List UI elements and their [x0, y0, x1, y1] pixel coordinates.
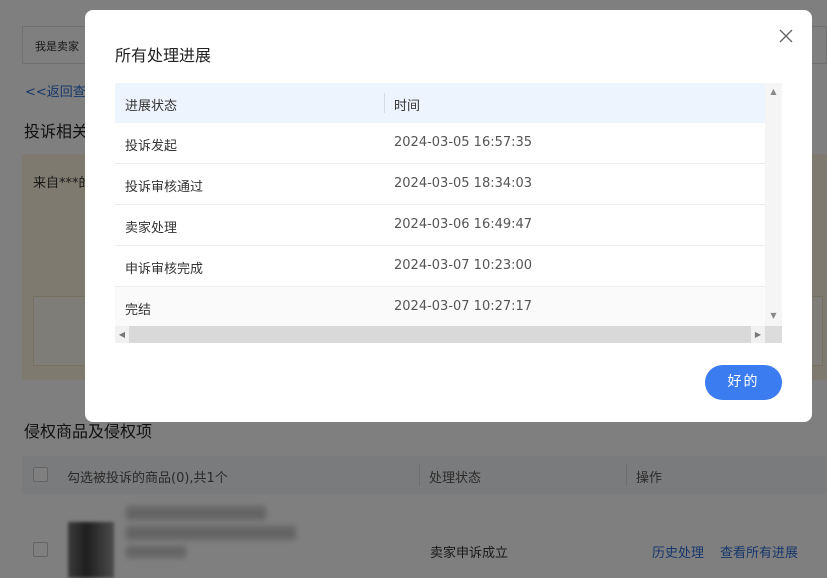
close-icon [779, 28, 793, 47]
row-time: 2024-03-07 10:27:17 [394, 299, 533, 314]
row-time: 2024-03-06 16:49:47 [394, 217, 533, 232]
ok-button[interactable]: 好的 [705, 365, 782, 400]
row-status: 投诉审核通过 [125, 180, 204, 195]
scroll-left-icon[interactable]: ◀ [115, 326, 129, 343]
scroll-down-icon[interactable]: ▼ [765, 309, 782, 323]
progress-modal: 所有处理进展 进展状态 时间 投诉发起 2024-03-05 16:57:35 … [85, 10, 812, 422]
row-status: 卖家处理 [125, 221, 178, 236]
row-status: 完结 [125, 303, 152, 318]
progress-table: 进展状态 时间 投诉发起 2024-03-05 16:57:35 投诉审核通过 … [115, 83, 782, 343]
scrollbar-thumb[interactable] [129, 326, 751, 343]
table-row: 投诉发起 2024-03-05 16:57:35 [115, 123, 765, 164]
table-row: 卖家处理 2024-03-06 16:49:47 [115, 205, 765, 246]
row-time: 2024-03-05 16:57:35 [394, 135, 533, 150]
row-status: 投诉发起 [125, 139, 178, 154]
progress-table-header: 进展状态 时间 [115, 83, 765, 123]
table-row: 投诉审核通过 2024-03-05 18:34:03 [115, 164, 765, 205]
column-divider [384, 93, 385, 113]
row-status: 申诉审核完成 [125, 262, 204, 277]
row-time: 2024-03-07 10:23:00 [394, 258, 533, 273]
progress-table-body: 投诉发起 2024-03-05 16:57:35 投诉审核通过 2024-03-… [115, 123, 765, 326]
scroll-up-icon[interactable]: ▲ [765, 85, 782, 99]
column-header-status: 进展状态 [125, 99, 178, 114]
horizontal-scrollbar[interactable]: ◀ ▶ [115, 326, 782, 343]
scroll-right-icon[interactable]: ▶ [751, 326, 765, 343]
column-header-time: 时间 [394, 99, 421, 114]
modal-title: 所有处理进展 [115, 46, 212, 65]
table-row: 申诉审核完成 2024-03-07 10:23:00 [115, 246, 765, 287]
table-row: 完结 2024-03-07 10:27:17 [115, 287, 765, 326]
scrollbar-corner [765, 326, 782, 343]
vertical-scrollbar[interactable]: ▲ ▼ [765, 83, 782, 326]
row-time: 2024-03-05 18:34:03 [394, 176, 533, 191]
close-button[interactable] [773, 24, 799, 50]
